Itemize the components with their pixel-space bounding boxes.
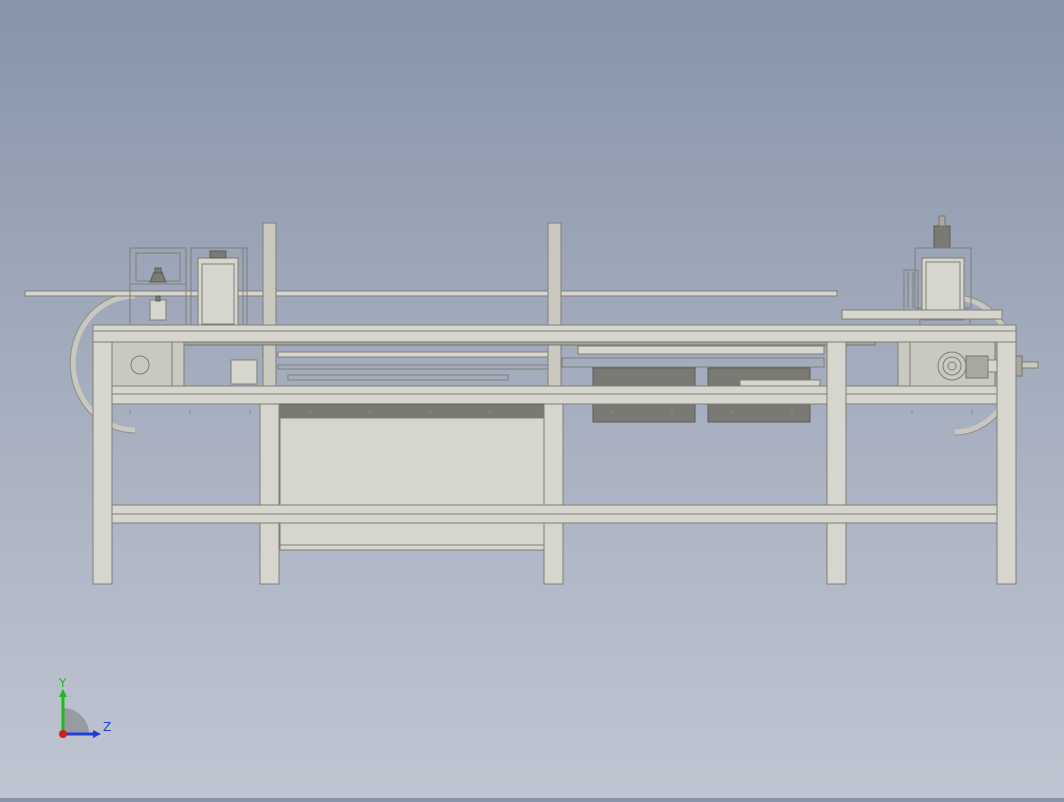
left-drive-housing: [111, 341, 258, 387]
triad-z-arrow: [93, 730, 101, 738]
triad-y-arrow: [59, 689, 67, 697]
orientation-triad[interactable]: Y Z: [50, 676, 120, 748]
belt-strip: [277, 403, 545, 419]
cad-graphics-viewport[interactable]: .m { fill:#c9c9c0; stroke:#7f7f78; strok…: [0, 0, 1064, 798]
right-station-assembly: [841, 215, 1003, 328]
triad-view-plane-icon: [63, 708, 89, 734]
triad-y-label: Y: [59, 676, 67, 690]
top-guide-rail: [24, 290, 838, 297]
frame-leg-2: [259, 403, 280, 585]
frame-leg-left: [92, 341, 113, 585]
inner-guide-right: [577, 345, 825, 355]
assembly-model[interactable]: .m { fill:#c9c9c0; stroke:#7f7f78; strok…: [0, 0, 1064, 798]
triad-x-axis: [59, 730, 67, 738]
left-station-assembly: [129, 247, 248, 327]
frame-leg-3: [543, 403, 564, 585]
control-panel: [279, 417, 545, 551]
mid-frame-beam: [92, 385, 1017, 405]
inner-guide-left: [277, 351, 549, 358]
right-motor-housing: [897, 341, 1039, 387]
triad-z-label: Z: [103, 720, 112, 734]
frame-leg-4: [826, 341, 847, 585]
frame-leg-right: [996, 341, 1017, 585]
upper-conveyor-beam: [92, 324, 1017, 343]
